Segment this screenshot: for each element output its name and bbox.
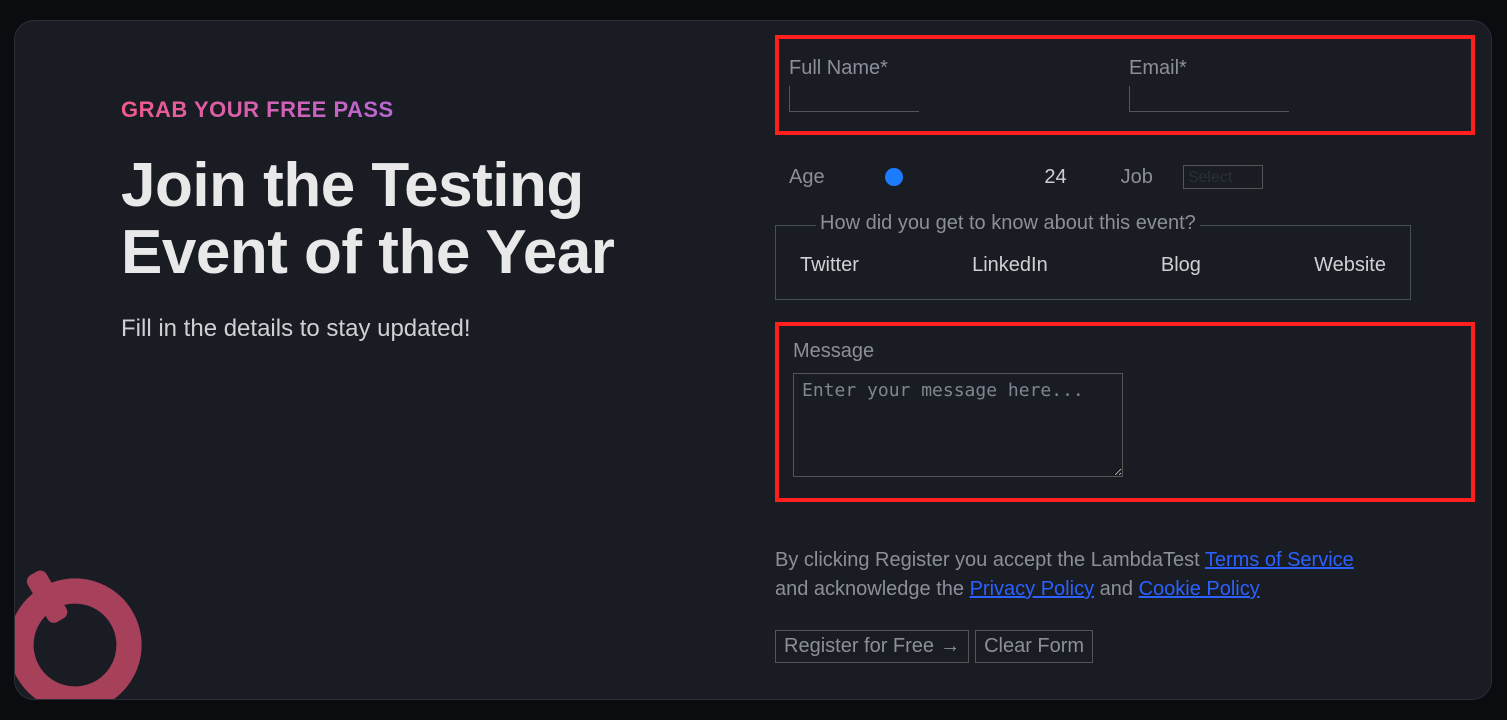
email-group: Email* [1129, 57, 1289, 112]
consent-prefix: By clicking Register you accept the Lamb… [775, 549, 1205, 571]
consent-mid1: and acknowledge the [775, 578, 970, 600]
source-option-label: Website [1314, 254, 1386, 277]
terms-of-service-link[interactable]: Terms of Service [1205, 549, 1354, 571]
eyebrow-text: GRAB YOUR FREE PASS [121, 97, 681, 123]
job-label: Job [1121, 166, 1153, 189]
age-value: 24 [1033, 166, 1067, 189]
registration-card: GRAB YOUR FREE PASS Join the Testing Eve… [14, 20, 1492, 700]
name-email-row: Full Name* Email* [789, 57, 1461, 112]
register-button[interactable]: Register for Free → [775, 630, 969, 663]
headline: Join the Testing Event of the Year [121, 153, 681, 287]
source-options: Twitter LinkedIn Blog Website [800, 254, 1386, 277]
age-slider[interactable] [849, 166, 1009, 188]
source-option-label: Blog [1161, 254, 1201, 277]
source-fieldset: How did you get to know about this event… [775, 225, 1411, 300]
source-option-website[interactable]: Website [1314, 254, 1386, 277]
consent-mid2: and [1094, 578, 1138, 600]
clear-form-button-label: Clear Form [984, 635, 1084, 658]
form-panel: Full Name* Email* Age 24 Job [775, 35, 1475, 663]
privacy-policy-link[interactable]: Privacy Policy [970, 578, 1094, 600]
page: GRAB YOUR FREE PASS Join the Testing Eve… [0, 0, 1507, 720]
fullname-label: Full Name* [789, 57, 919, 80]
arrow-right-icon: → [940, 635, 960, 658]
actions-row: Register for Free → Clear Form [775, 630, 1475, 663]
source-option-linkedin[interactable]: LinkedIn [972, 254, 1048, 277]
source-option-label: LinkedIn [972, 254, 1048, 277]
subheadline: Fill in the details to stay updated! [121, 315, 681, 343]
age-slider-thumb[interactable] [885, 168, 903, 186]
consent-text: By clicking Register you accept the Lamb… [775, 546, 1385, 604]
message-highlight-box: Message [775, 322, 1475, 502]
fullname-group: Full Name* [789, 57, 919, 112]
source-option-label: Twitter [800, 254, 859, 277]
email-input[interactable] [1129, 86, 1289, 112]
register-button-label: Register for Free [784, 635, 934, 658]
job-select[interactable]: Select [1183, 165, 1263, 189]
age-job-row: Age 24 Job Select [775, 155, 1475, 199]
email-label: Email* [1129, 57, 1289, 80]
message-textarea[interactable] [793, 373, 1123, 477]
fullname-input[interactable] [789, 86, 919, 112]
source-option-blog[interactable]: Blog [1161, 254, 1201, 277]
cookie-policy-link[interactable]: Cookie Policy [1139, 578, 1260, 600]
headline-line-2: Event of the Year [121, 218, 614, 287]
left-panel: GRAB YOUR FREE PASS Join the Testing Eve… [121, 97, 681, 343]
age-label: Age [789, 166, 825, 189]
message-label: Message [793, 340, 1457, 363]
headline-line-1: Join the Testing [121, 151, 584, 220]
source-option-twitter[interactable]: Twitter [800, 254, 859, 277]
brand-logo-icon [14, 555, 165, 700]
clear-form-button[interactable]: Clear Form [975, 630, 1093, 663]
source-legend: How did you get to know about this event… [816, 212, 1200, 235]
name-email-highlight-box: Full Name* Email* [775, 35, 1475, 135]
